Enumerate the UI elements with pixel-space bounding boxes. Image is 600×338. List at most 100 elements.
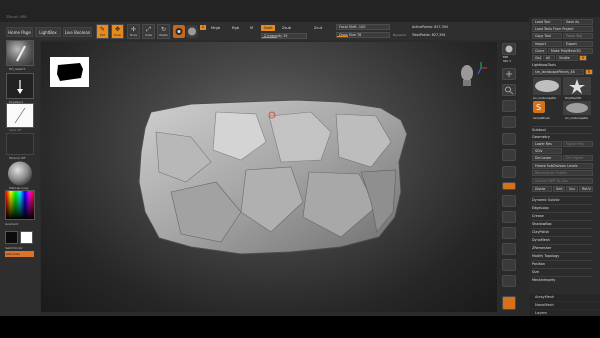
move-view-button[interactable] [502,211,516,223]
zoom-button[interactable] [502,84,516,96]
aahalf-button[interactable] [502,116,516,128]
paste-tool-button[interactable]: Paste Tool [563,33,593,39]
floor-button[interactable] [502,149,516,161]
rotate-tool-button[interactable]: ↻ Rotate [157,24,170,39]
export-button[interactable]: Export [563,41,593,47]
reconstruct-subdiv-button[interactable]: Reconstruct Subdiv [532,170,593,176]
color-picker[interactable] [5,190,35,220]
geometry-submenu-item[interactable]: Size [532,268,592,276]
transp-button[interactable] [502,275,516,287]
dynamic-toggle[interactable]: Dynamic [393,33,406,37]
rock-mesh[interactable] [41,42,497,312]
goz-button[interactable]: GoZ [532,55,542,61]
tool-r-button[interactable]: R [585,69,593,75]
scroll-button[interactable] [502,68,516,80]
rgb-button[interactable]: Rgb [232,26,239,30]
brush-thumbnail[interactable] [6,40,34,66]
switch-color-button[interactable]: SwitchColor [5,246,23,250]
main-color-swatch[interactable] [5,231,18,244]
geometry-submenu-item[interactable]: ZRemesher [532,244,592,252]
move-tool-button[interactable]: ✢ Move [127,24,140,39]
actual-button[interactable] [502,100,516,112]
brush-shelf-button[interactable] [173,25,185,38]
del-higher-button[interactable]: Del Higher [563,155,593,161]
geometry-submenu-item[interactable]: Modify Topology [532,252,592,260]
focal-shift-slider[interactable]: Focal Shift -100 [336,24,390,30]
clone-button[interactable]: Clone [532,48,547,54]
live-boolean-button[interactable]: Live Boolean [63,27,92,37]
edit-tool-button[interactable]: ✎ Edit [96,24,109,39]
geometry-submenu-item[interactable]: Dynamic Subdiv [532,196,592,204]
make-polymesh-button[interactable]: Make PolyMesh3D [548,48,593,54]
alternate-button[interactable]: Alternate [5,251,34,257]
tool-thumb-polymesh[interactable] [563,77,591,95]
lower-res-button[interactable]: Lower Res [532,141,562,147]
zadd-button[interactable]: Zadd [261,25,275,31]
geometry-submenu-item[interactable]: EdgeLoop [532,204,592,212]
gradient-label[interactable]: Gradient [5,222,18,226]
tool-thumb-simplebrush[interactable]: S [533,101,545,113]
convert-bpr-button[interactable]: Convert BPR To Geo [532,178,593,184]
geometry-submenu-item[interactable]: Crease [532,212,592,220]
alpha-thumbnail[interactable] [6,103,34,128]
reuv-button[interactable]: ReUV [579,186,593,192]
r-button[interactable]: R [579,55,587,61]
freeze-subdiv-button[interactable]: Freeze SubDivision Levels [532,163,593,169]
current-tool-slider[interactable]: sm_landscapePieces_48 [532,69,584,75]
load-tool-button[interactable]: Load Tool [532,19,562,25]
nanomesh-menu[interactable]: NanoMesh [529,302,600,309]
home-page-button[interactable]: Home Page [6,27,33,37]
alpha-name: Alpha Off [9,129,22,132]
xpose-button[interactable] [502,296,516,310]
draw-size-slider[interactable]: Draw Size 76 [336,32,390,38]
copy-tool-button[interactable]: Copy Tool [532,33,562,39]
smt-button[interactable]: Smt [553,186,565,192]
navigation-head-icon[interactable] [453,60,489,90]
zcut-button[interactable]: Zcut [314,26,322,30]
scale-tool-button[interactable]: ⤢ Scale [142,24,155,39]
save-as-button[interactable]: Save As [563,19,593,25]
del-lower-button[interactable]: Del Lower [532,155,562,161]
arraymesh-menu[interactable]: ArrayMesh [529,294,600,301]
visible-button[interactable]: Visible [556,55,578,61]
zsub-button[interactable]: Zsub [282,26,291,30]
material-shelf-button[interactable] [186,25,198,38]
mrgb-button[interactable]: Mrgb [211,26,220,30]
a-toggle[interactable]: A [200,25,206,30]
material-thumbnail[interactable] [6,161,34,186]
texture-thumbnail[interactable] [6,133,34,155]
texture-name: Texture Off [9,156,26,160]
stroke-thumbnail[interactable] [6,73,34,99]
sphere-render-icon [505,45,513,53]
persp-button[interactable] [502,133,516,145]
bpr-button[interactable] [502,43,516,55]
tool-thumb-rock[interactable] [533,77,561,95]
z-intensity-slider[interactable]: Z Intensity 35 [261,33,307,39]
local-button[interactable] [502,166,516,178]
all-button[interactable]: All [543,55,555,61]
document-viewport[interactable] [41,42,497,312]
higher-res-button[interactable]: Higher Res [563,141,593,147]
divide-button[interactable]: Divide [532,186,552,192]
m-button[interactable]: M [250,26,253,30]
geometry-submenu-item[interactable]: Position [532,260,592,268]
xyz-button[interactable] [502,182,516,190]
lightbox-button[interactable]: LightBox [35,27,61,37]
line-fill-button[interactable] [502,259,516,271]
sdiv-slider[interactable]: SDiv [532,148,562,154]
import-button[interactable]: Import [532,41,562,47]
load-tools-from-project-button[interactable]: Load Tools From Project [532,26,593,32]
geometry-submenu-item[interactable]: ClayPolish [532,228,592,236]
geometry-submenu-item[interactable]: ShadowBox [532,220,592,228]
secondary-color-swatch[interactable] [20,231,33,244]
frame-button[interactable] [502,195,516,207]
suv-button[interactable]: Suv [566,186,578,192]
tool-thumb-rock-2[interactable] [563,101,591,115]
geometry-submenu-item[interactable]: DynaMesh [532,236,592,244]
lightbox-tools-link[interactable]: Lightbox▸Tools [532,62,592,69]
geometry-submenu-item[interactable]: MeshIntegrity [532,276,592,284]
draw-tool-button[interactable]: ✥ Draw [111,24,124,39]
geometry-menu[interactable]: Geometry [532,133,592,141]
rotate-view-button[interactable] [502,243,516,255]
zoom3d-button[interactable] [502,227,516,239]
